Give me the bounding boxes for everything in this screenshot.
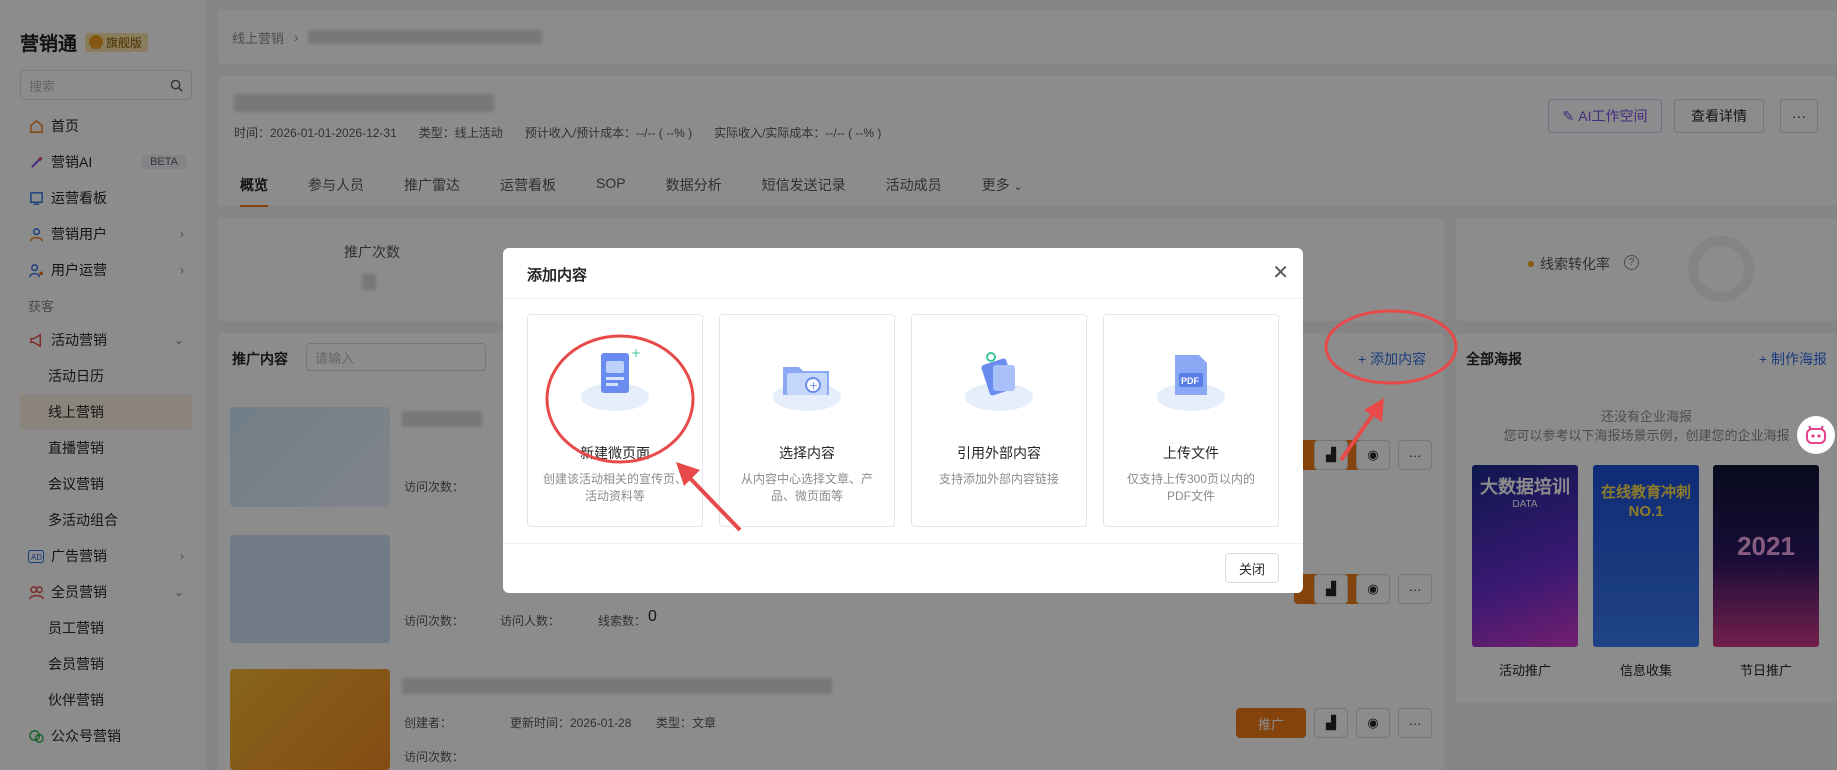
option-select-content[interactable]: + 选择内容 从内容中心选择文章、产品、微页面等 <box>719 314 895 527</box>
link-document-icon <box>959 341 1039 421</box>
svg-text:+: + <box>809 379 818 392</box>
option-name: 新建微页面 <box>580 445 650 461</box>
option-name: 引用外部内容 <box>957 445 1041 461</box>
option-desc: 支持添加外部内容链接 <box>938 472 1059 486</box>
pdf-icon-label: PDF <box>1181 376 1200 386</box>
option-name: 选择内容 <box>779 445 835 461</box>
svg-text:+: + <box>631 346 641 360</box>
option-name: 上传文件 <box>1163 445 1219 461</box>
new-page-icon: + <box>575 341 655 421</box>
option-new-micropage[interactable]: + 新建微页面 创建该活动相关的宣传页、活动资料等 <box>527 314 703 527</box>
assistant-float-button[interactable] <box>1797 416 1835 454</box>
close-icon[interactable]: ✕ <box>1272 260 1289 285</box>
folder-add-icon: + <box>767 341 847 421</box>
option-upload-file[interactable]: PDF 上传文件 仅支持上传300页以内的PDF文件 <box>1103 314 1279 527</box>
option-desc: 从内容中心选择文章、产品、微页面等 <box>740 472 873 503</box>
option-external-content[interactable]: 引用外部内容 支持添加外部内容链接 <box>911 314 1087 527</box>
dialog-divider <box>503 298 1303 299</box>
option-desc: 仅支持上传300页以内的PDF文件 <box>1126 472 1256 503</box>
pdf-file-icon: PDF <box>1151 341 1231 421</box>
dialog-title: 添加内容 <box>527 267 588 284</box>
robot-icon <box>1806 425 1826 444</box>
dialog-footer-divider <box>503 543 1303 544</box>
option-desc: 创建该活动相关的宣传页、活动资料等 <box>542 472 687 503</box>
add-content-dialog: 添加内容 ✕ + 新建微页面 创建该活动相关的宣传页、活动资料等 + 选择内容 … <box>503 248 1303 593</box>
close-button[interactable]: 关闭 <box>1225 553 1279 583</box>
